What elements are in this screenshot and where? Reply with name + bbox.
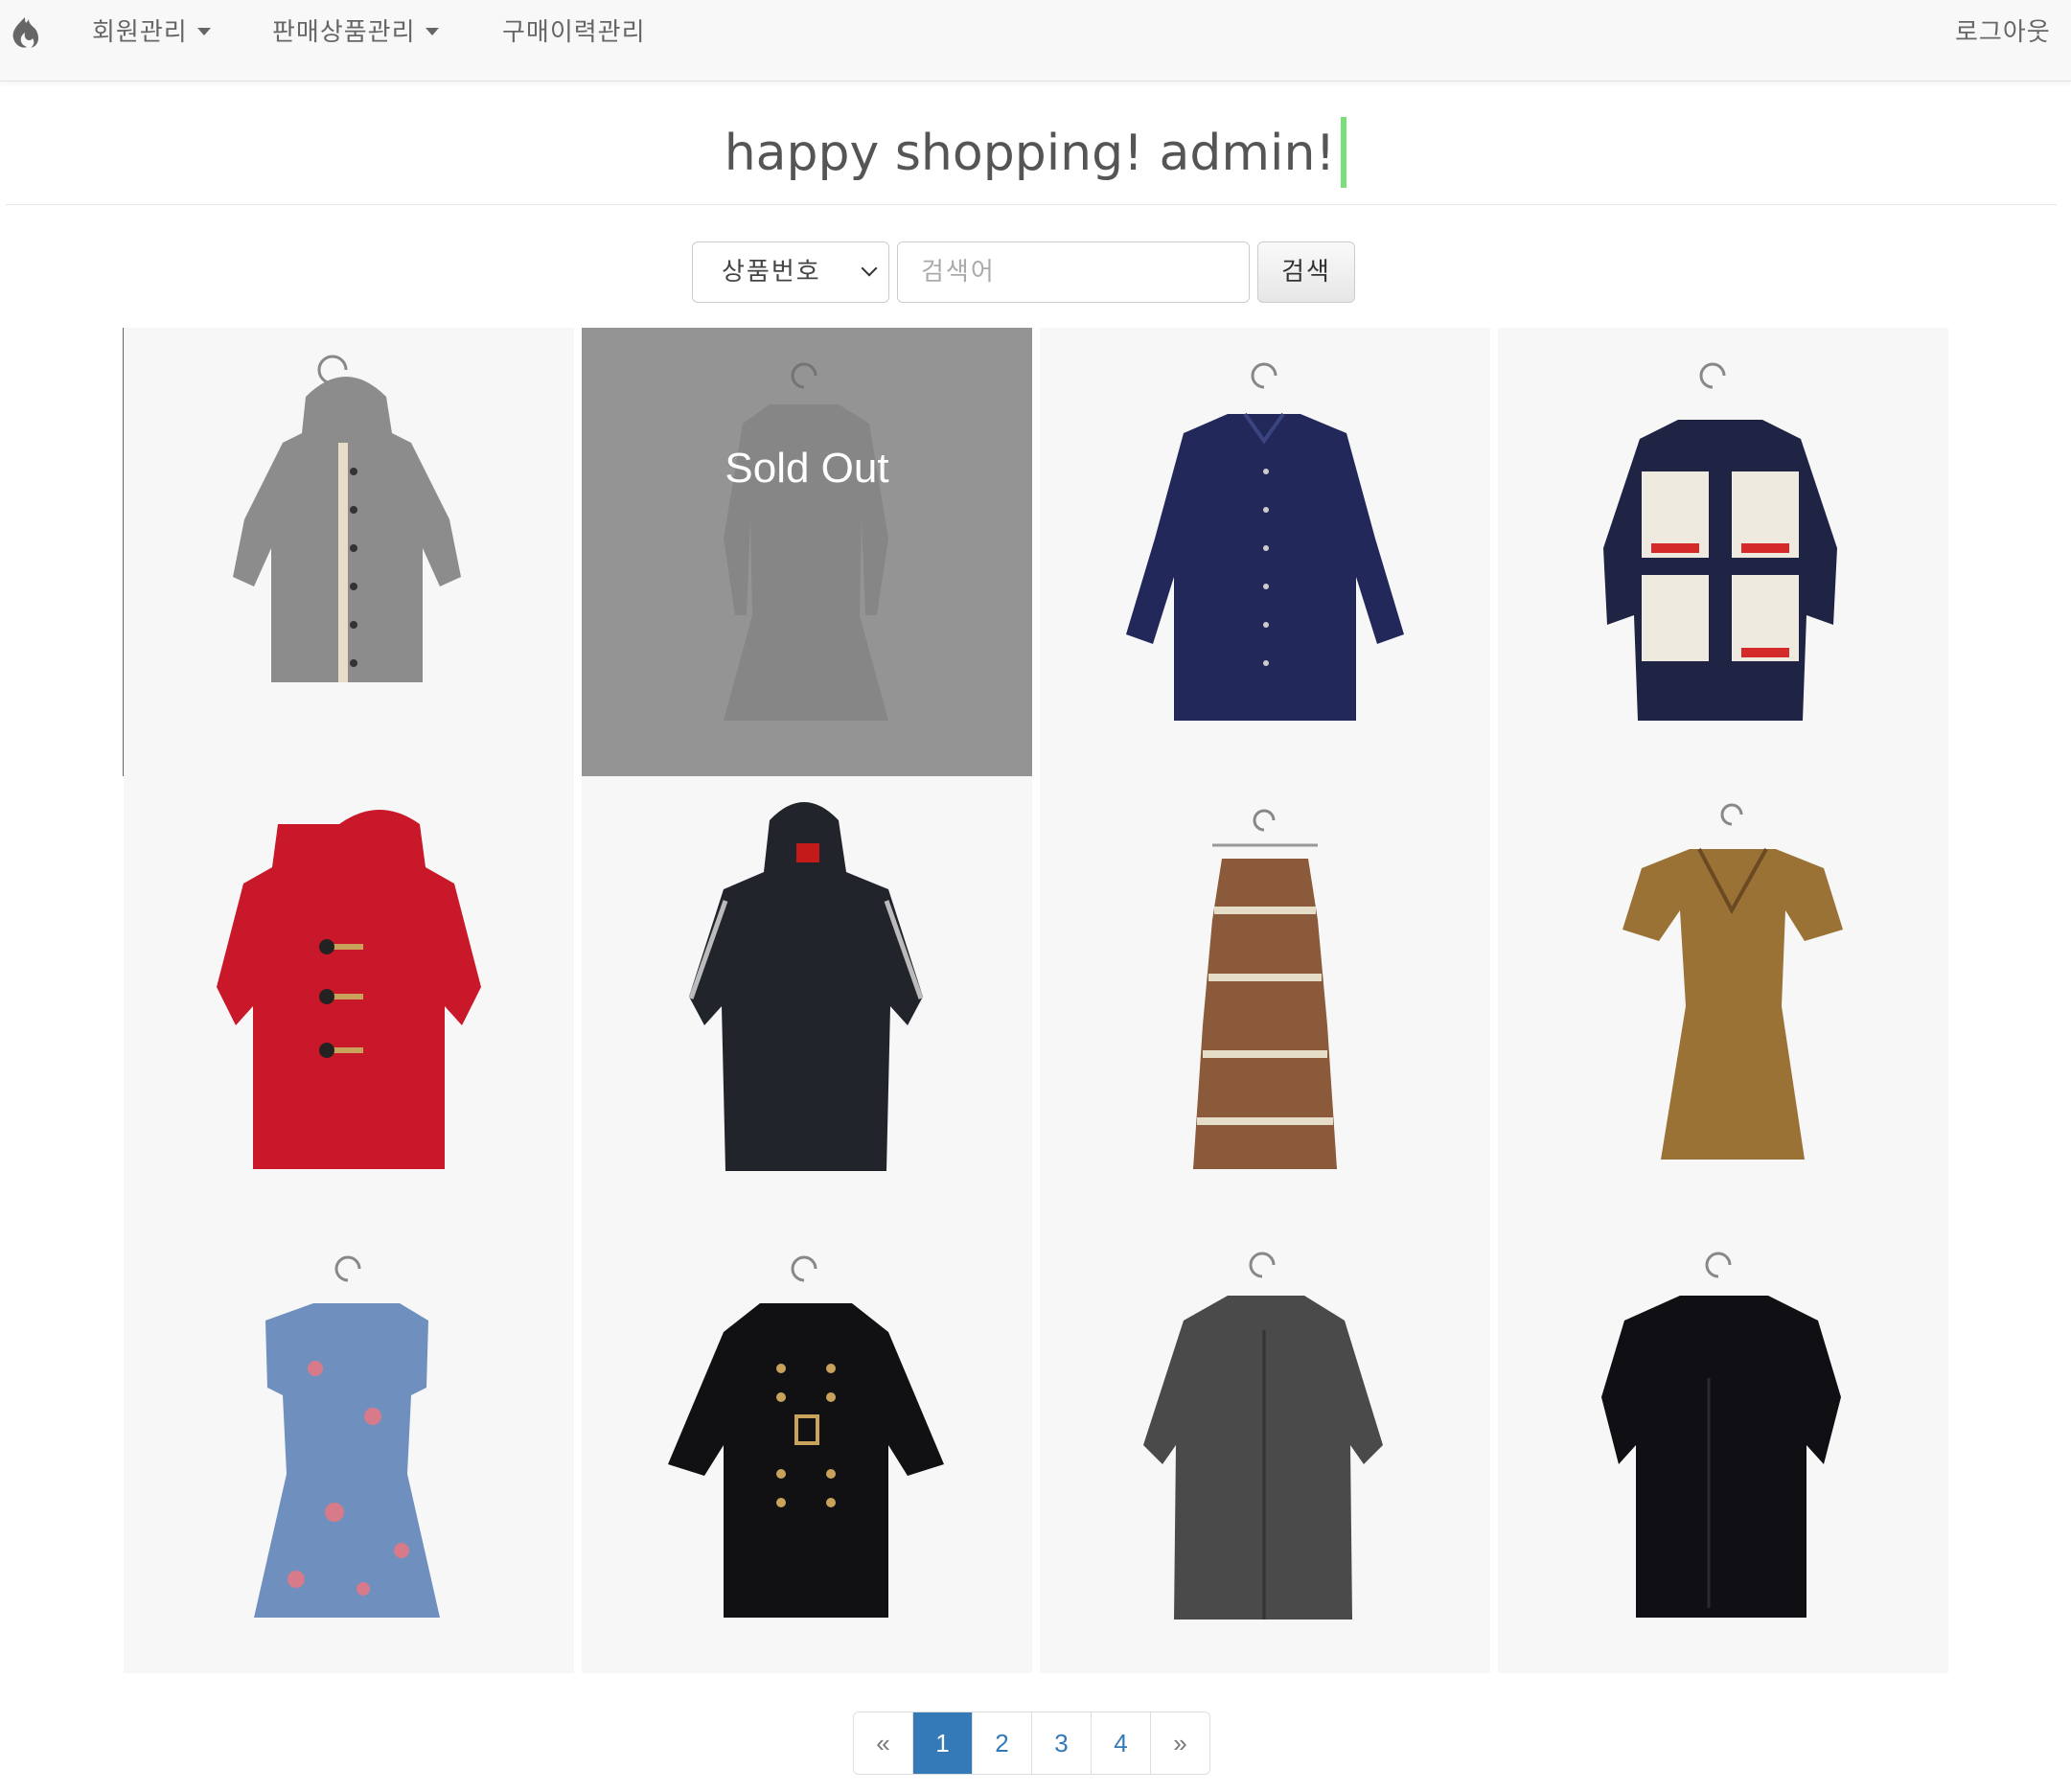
nav-purchase-history-label: 구매이력관리 [502,18,646,47]
search-button[interactable]: 검색 [1257,241,1355,303]
product-image [1193,809,1337,1169]
nav-purchase-history[interactable]: 구매이력관리 [502,13,646,52]
typing-cursor [1341,117,1347,188]
product-card-sold-out[interactable]: Sold Out [582,328,1032,776]
pagination-page-2[interactable]: 2 [973,1712,1032,1774]
welcome-text: happy shopping! admin! [724,125,1336,182]
product-image [1601,1252,1841,1618]
logout-link[interactable]: 로그아웃 [1955,13,2051,52]
divider [6,204,2057,205]
product-card[interactable] [582,776,1032,1225]
pagination-page-4[interactable]: 4 [1092,1712,1151,1774]
product-card[interactable] [1498,1225,1948,1673]
search-type-select[interactable]: 상품번호 [692,241,889,303]
pagination: « 1 2 3 4 » [853,1712,1210,1775]
product-image [233,355,461,682]
nav-member-management[interactable]: 회원관리 [92,13,211,52]
product-card[interactable] [124,776,574,1225]
chevron-down-icon [861,260,878,277]
product-image [1143,1252,1383,1620]
product-image [688,802,924,1171]
sold-out-badge: Sold Out [725,445,889,492]
flame-icon[interactable] [8,15,42,50]
caret-down-icon [196,27,211,35]
nav-product-management-label: 판매상품관리 [272,18,416,47]
search-type-value: 상품번호 [722,258,821,287]
product-image [668,1255,944,1618]
product-card[interactable] [1498,328,1948,776]
pagination-page-3[interactable]: 3 [1032,1712,1092,1774]
product-image [217,810,481,1169]
sold-out-overlay [582,328,1032,776]
product-image [1622,803,1843,1160]
caret-down-icon [425,27,439,35]
product-card[interactable] [1040,1225,1490,1673]
product-card[interactable] [124,1225,574,1673]
product-card[interactable] [1498,776,1948,1225]
product-image [1603,362,1837,721]
nav-product-management[interactable]: 판매상품관리 [272,13,439,52]
product-image [254,1255,440,1618]
welcome-banner: happy shopping! admin! [0,115,2071,192]
product-card[interactable] [1040,328,1490,776]
product-card[interactable] [124,328,574,776]
search-input[interactable] [897,241,1250,303]
pagination-prev[interactable]: « [854,1712,913,1774]
product-card[interactable] [582,1225,1032,1673]
product-image [1126,362,1404,721]
pagination-page-1[interactable]: 1 [913,1712,973,1774]
product-card[interactable] [1040,776,1490,1225]
top-navbar: 회원관리 판매상품관리 구매이력관리 로그아웃 [0,0,2071,81]
pagination-next[interactable]: » [1151,1712,1209,1774]
nav-member-management-label: 회원관리 [92,18,188,47]
